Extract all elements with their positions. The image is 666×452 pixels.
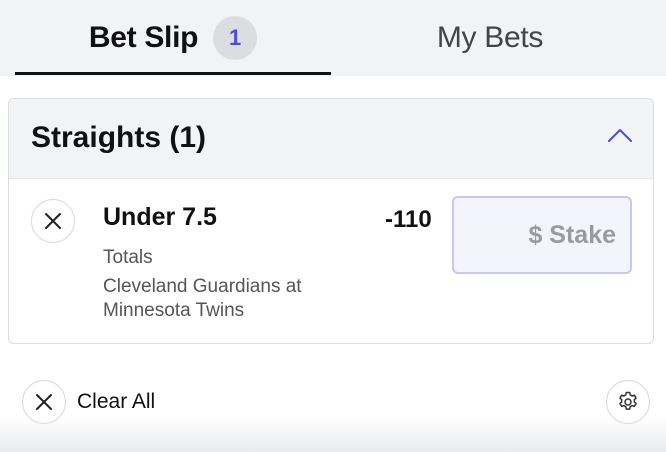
active-tab-indicator xyxy=(15,72,331,75)
tab-my-bets-label: My Bets xyxy=(436,21,544,54)
stake-input[interactable] xyxy=(452,196,632,274)
clear-all-label[interactable]: Clear All xyxy=(77,390,155,414)
bet-count-badge: 1 xyxy=(213,16,258,60)
clear-all-button[interactable] xyxy=(22,380,66,424)
gear-icon xyxy=(619,391,637,410)
bet-market: Totals xyxy=(103,247,153,268)
tab-bet-slip-label: Bet Slip xyxy=(88,21,199,54)
chevron-up-icon[interactable] xyxy=(607,127,633,143)
straights-card: Straights (1) Under 7.5 Totals Cleveland… xyxy=(8,98,654,344)
close-icon xyxy=(45,213,61,229)
tab-bet-slip[interactable]: Bet Slip 1 xyxy=(15,0,331,76)
bet-odds: -110 xyxy=(385,206,432,233)
tab-my-bets[interactable]: My Bets xyxy=(331,0,649,76)
close-icon xyxy=(36,394,52,410)
bottom-shadow xyxy=(0,418,666,452)
bet-event: Cleveland Guardians at Minnesota Twins xyxy=(103,276,302,321)
straights-title: Straights (1) xyxy=(31,121,207,154)
remove-bet-button[interactable] xyxy=(31,199,75,243)
straights-header[interactable]: Straights (1) xyxy=(9,99,653,179)
settings-button[interactable] xyxy=(606,380,650,424)
bet-slip-tabs: Bet Slip 1 My Bets xyxy=(0,0,666,76)
bet-selection: Under 7.5 xyxy=(103,203,217,231)
